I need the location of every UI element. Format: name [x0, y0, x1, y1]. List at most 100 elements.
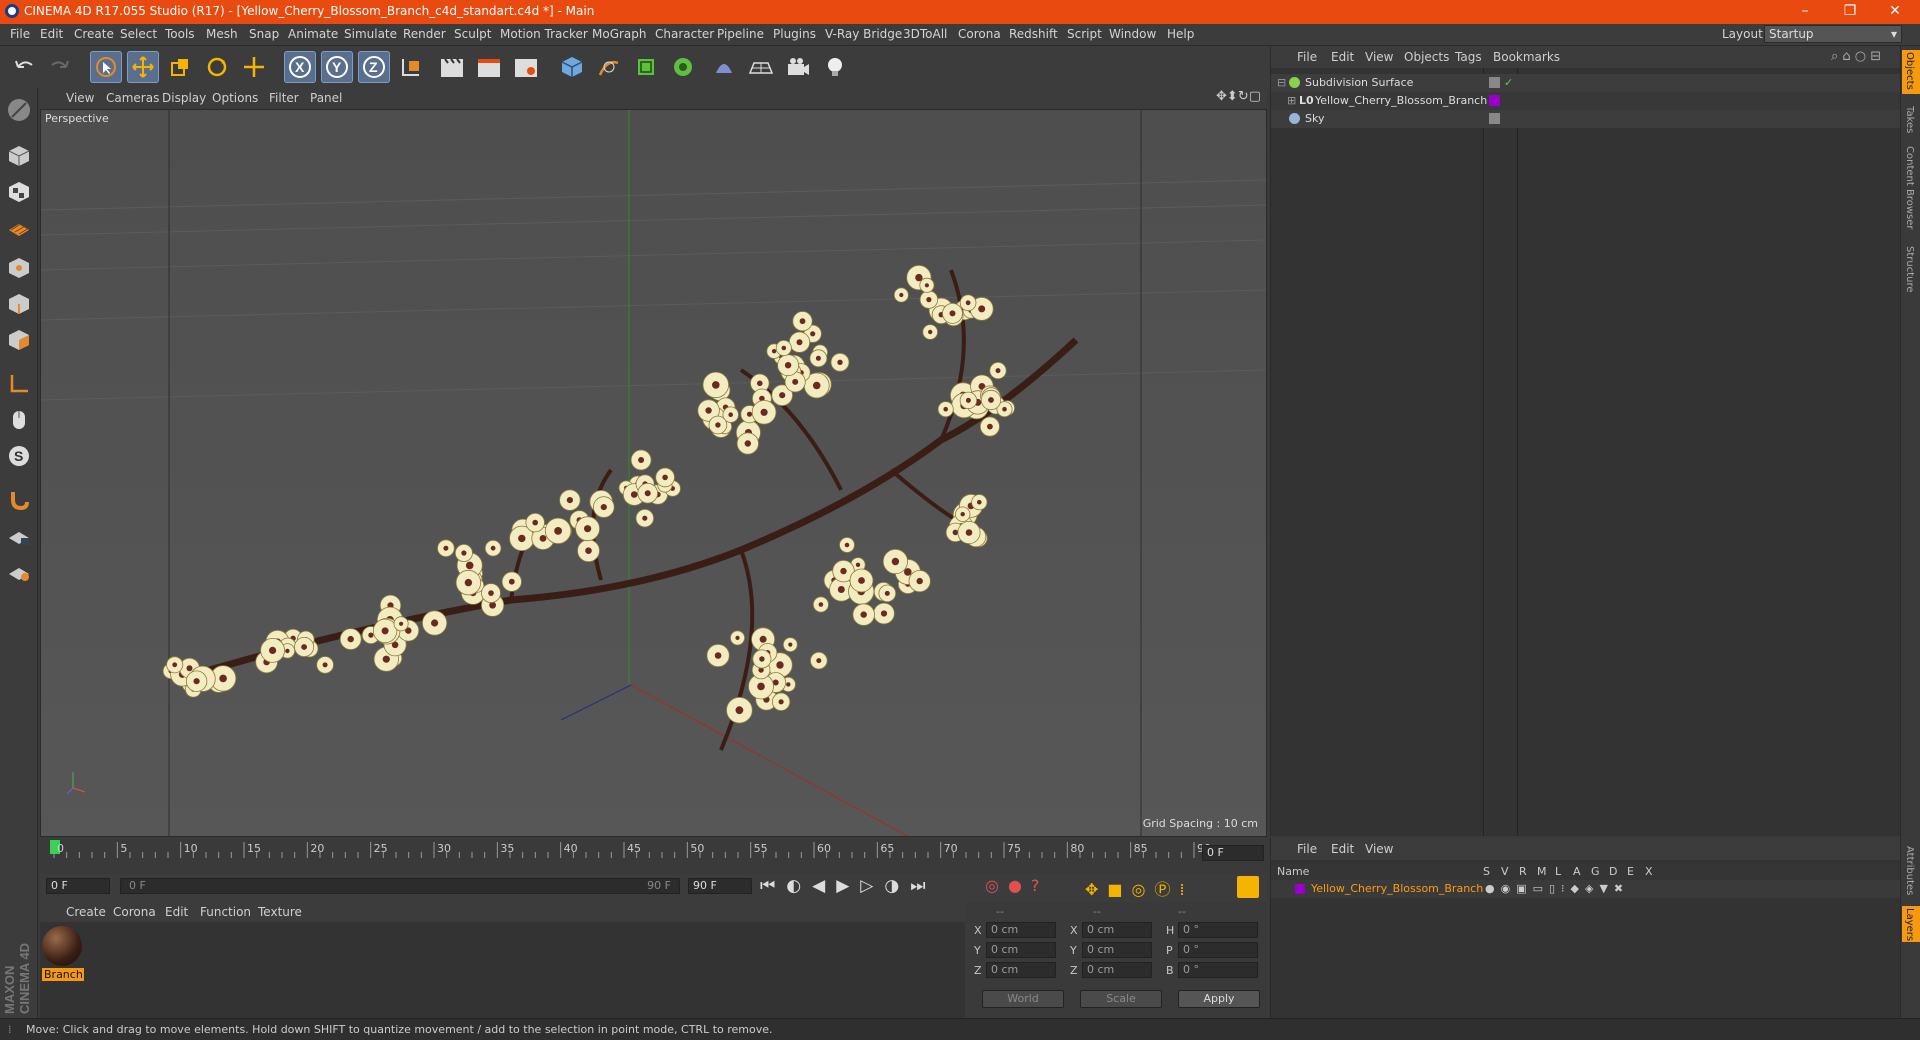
menu-edit[interactable]: Edit — [40, 27, 63, 41]
layer-menu-edit[interactable]: Edit — [1331, 842, 1354, 856]
vp-menu-display[interactable]: Display — [162, 91, 206, 105]
tab-objects[interactable]: Objects — [1904, 52, 1915, 90]
obj-menu-file[interactable]: File — [1297, 50, 1317, 64]
workplane-mode-button[interactable] — [3, 212, 35, 244]
coordinate-system-button[interactable] — [395, 51, 427, 83]
timeline-view-button[interactable] — [1237, 876, 1259, 898]
menu-character[interactable]: Character — [655, 27, 714, 41]
vp-menu-view[interactable]: View — [66, 91, 94, 105]
timeline-ruler[interactable]: 051015202530354045505560657075808590 0 F — [40, 838, 1267, 874]
menu-3dtoall[interactable]: 3DToAll — [903, 27, 947, 41]
camera-button[interactable] — [782, 51, 814, 83]
tab-structure[interactable]: Structure — [1904, 246, 1915, 293]
world-select[interactable]: World — [982, 990, 1064, 1008]
menu-corona[interactable]: Corona — [958, 27, 1001, 41]
expand-icon[interactable]: ⊞ — [1287, 94, 1296, 107]
menu-create[interactable]: Create — [74, 27, 114, 41]
coord-rot-b[interactable]: 0 ° — [1178, 962, 1258, 978]
axis-mode-button[interactable] — [3, 368, 35, 400]
coord-size-z[interactable]: 0 cm — [1082, 962, 1152, 978]
transform-tool-button[interactable] — [238, 51, 270, 83]
menu-mesh[interactable]: Mesh — [206, 27, 238, 41]
edges-mode-button[interactable] — [3, 288, 35, 320]
menu-motion-tracker[interactable]: Motion Tracker — [500, 27, 588, 41]
obj-menu-view[interactable]: View — [1365, 50, 1393, 64]
scale-select[interactable]: Scale — [1080, 990, 1162, 1008]
magnet-button[interactable] — [3, 484, 35, 516]
start-frame-field[interactable]: 0 F — [46, 878, 110, 894]
y-axis-button[interactable]: Y — [321, 51, 353, 83]
light-button[interactable] — [819, 51, 851, 83]
apply-button[interactable]: Apply — [1178, 990, 1260, 1008]
layer-menu-view[interactable]: View — [1365, 842, 1393, 856]
deformer-button[interactable] — [708, 51, 740, 83]
layer-swatch-icon[interactable] — [1489, 113, 1500, 124]
current-frame-field[interactable]: 0 F — [1202, 845, 1264, 861]
coord-pos-z[interactable]: 0 cm — [986, 962, 1056, 978]
lock-workplane-button[interactable] — [3, 520, 35, 552]
coord-size-x[interactable]: 0 cm — [1082, 922, 1152, 938]
points-mode-button[interactable] — [3, 252, 35, 284]
record-buttons[interactable]: ◎●? — [985, 876, 1048, 895]
menu-file[interactable]: File — [10, 27, 30, 41]
enabled-check-icon[interactable]: ✓ — [1504, 76, 1513, 89]
menu-snap[interactable]: Snap — [249, 27, 279, 41]
subdivision-surface-button[interactable] — [630, 51, 662, 83]
tweak-mode-button[interactable] — [3, 404, 35, 436]
layout-select[interactable]: Startup ▾ — [1764, 25, 1902, 43]
mat-menu-texture[interactable]: Texture — [258, 905, 302, 919]
make-editable-button[interactable] — [3, 94, 35, 126]
texture-mode-button[interactable] — [3, 176, 35, 208]
vp-menu-cameras[interactable]: Cameras — [106, 91, 159, 105]
live-selection-button[interactable] — [90, 51, 122, 83]
perspective-viewport[interactable]: Perspective Grid Spacing : 10 cm — [40, 109, 1267, 837]
menu-vray-bridge[interactable]: V-Ray Bridge — [825, 27, 902, 41]
vp-menu-panel[interactable]: Panel — [310, 91, 342, 105]
tab-takes[interactable]: Takes — [1904, 106, 1915, 133]
obj-menu-edit[interactable]: Edit — [1331, 50, 1354, 64]
layer-color-icon[interactable] — [1295, 884, 1305, 894]
obj-menu-objects[interactable]: Objects — [1404, 50, 1449, 64]
x-axis-button[interactable]: X — [284, 51, 316, 83]
render-view-button[interactable] — [436, 51, 468, 83]
pen-spline-button[interactable] — [593, 51, 625, 83]
layer-swatch-icon[interactable] — [1489, 77, 1500, 88]
object-row-sky[interactable]: Sky — [1271, 110, 1901, 128]
coord-rot-h[interactable]: 0 ° — [1178, 922, 1258, 938]
vp-menu-options[interactable]: Options — [212, 91, 258, 105]
move-tool-button[interactable] — [127, 51, 159, 83]
keyframe-buttons[interactable]: ✥■◎Ⓟ⁞ — [1085, 876, 1194, 900]
tab-layers[interactable]: Layers — [1904, 908, 1915, 941]
coord-rot-p[interactable]: 0 ° — [1178, 942, 1258, 958]
menu-mograph[interactable]: MoGraph — [592, 27, 647, 41]
scale-tool-button[interactable] — [164, 51, 196, 83]
obj-menu-tags[interactable]: Tags — [1455, 50, 1482, 64]
vp-menu-filter[interactable]: Filter — [269, 91, 299, 105]
floor-button[interactable] — [745, 51, 777, 83]
object-row-subdivision[interactable]: ⊟ Subdivision Surface ✓ — [1271, 74, 1901, 92]
obj-menu-bookmarks[interactable]: Bookmarks — [1493, 50, 1560, 64]
menu-redshift[interactable]: Redshift — [1009, 27, 1058, 41]
coord-size-y[interactable]: 0 cm — [1082, 942, 1152, 958]
layer-toggle-icons[interactable]: ●◉▣▭▯⁝◆◈▼✖ — [1485, 882, 1629, 895]
menu-select[interactable]: Select — [120, 27, 157, 41]
coord-pos-x[interactable]: 0 cm — [986, 922, 1056, 938]
menu-sculpt[interactable]: Sculpt — [454, 27, 491, 41]
undo-button[interactable] — [8, 51, 40, 83]
expand-icon[interactable]: ⊟ — [1277, 76, 1286, 89]
model-mode-button[interactable] — [3, 140, 35, 172]
cloner-button[interactable] — [667, 51, 699, 83]
render-picture-viewer-button[interactable] — [473, 51, 505, 83]
menu-animate[interactable]: Animate — [288, 27, 338, 41]
viewport-nav-icons[interactable]: ✥⬍↻▢ — [1216, 89, 1261, 104]
menu-window[interactable]: Window — [1109, 27, 1156, 41]
snap-button[interactable]: S — [3, 440, 35, 472]
menu-script[interactable]: Script — [1067, 27, 1102, 41]
mat-menu-function[interactable]: Function — [200, 905, 251, 919]
mat-menu-create[interactable]: Create — [66, 905, 106, 919]
tab-attributes[interactable]: Attributes — [1904, 846, 1915, 895]
transport-controls[interactable]: ⏮◐◀▶▷◑⏭ — [760, 876, 937, 896]
coord-pos-y[interactable]: 0 cm — [986, 942, 1056, 958]
menu-help[interactable]: Help — [1167, 27, 1194, 41]
layer-color-icon[interactable] — [1489, 95, 1500, 106]
